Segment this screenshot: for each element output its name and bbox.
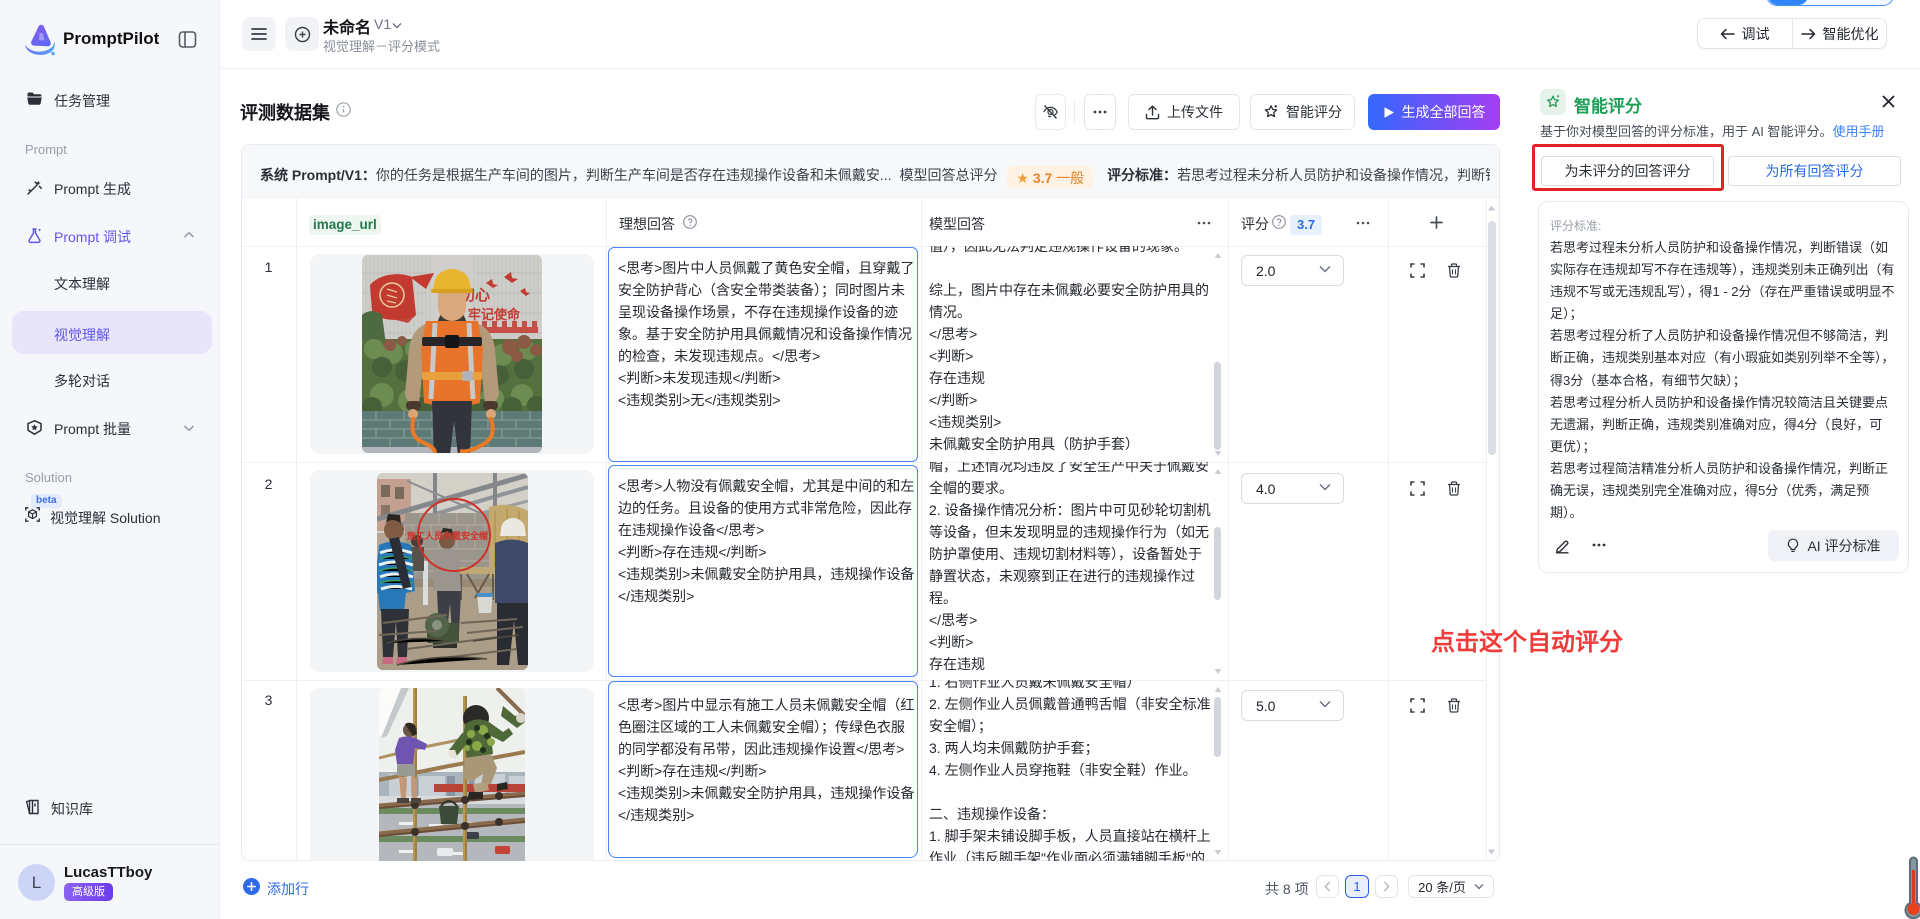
svg-text:施工人员未戴安全帽: 施工人员未戴安全帽 [407, 530, 488, 541]
svg-text:牢记使命: 牢记使命 [468, 307, 521, 322]
